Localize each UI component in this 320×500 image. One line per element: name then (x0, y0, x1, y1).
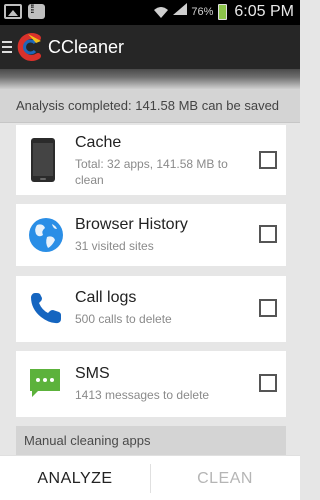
analysis-summary: Analysis completed: 141.58 MB can be sav… (0, 89, 300, 123)
header-shadow (0, 69, 300, 89)
item-title: Browser History (75, 216, 188, 233)
signal-icon (172, 2, 188, 21)
item-title: Call logs (75, 289, 137, 306)
list-item-sms[interactable]: SMS 1413 messages to delete (16, 351, 286, 417)
bottom-action-bar: ANALYZE CLEAN (0, 455, 300, 500)
message-bubble-icon (28, 367, 62, 404)
analyze-button[interactable]: ANALYZE (0, 456, 150, 500)
globe-icon (28, 217, 64, 258)
sms-checkbox[interactable] (259, 374, 277, 392)
wifi-icon (153, 5, 169, 19)
status-bar: 76% 6:05 PM (0, 0, 300, 25)
item-subtitle: Total: 32 apps, 141.58 MB to clean (75, 157, 228, 187)
bbm-icon (28, 2, 45, 19)
battery-icon (218, 3, 228, 20)
item-subtitle: 500 calls to delete (75, 312, 172, 326)
list-item-cache[interactable]: Cache Total: 32 apps, 141.58 MB to clean (16, 125, 286, 195)
gallery-icon (4, 4, 22, 19)
item-title: Cache (75, 134, 122, 151)
item-subtitle: 1413 messages to delete (75, 388, 210, 402)
call-logs-checkbox[interactable] (259, 299, 277, 317)
phone-handset-icon (28, 290, 64, 331)
ccleaner-logo-icon[interactable] (14, 32, 44, 62)
list-item-call-logs[interactable]: Call logs 500 calls to delete (16, 276, 286, 342)
phone-device-icon (28, 137, 60, 190)
item-subtitle: 31 visited sites (75, 239, 154, 253)
battery-percent: 76% (191, 5, 214, 18)
hamburger-menu-icon[interactable] (2, 41, 12, 53)
cache-checkbox[interactable] (259, 151, 277, 169)
item-title: SMS (75, 365, 110, 382)
manual-cleaning-header[interactable]: Manual cleaning apps (16, 426, 286, 455)
clock-time: 6:05 PM (234, 2, 294, 20)
list-item-browser-history[interactable]: Browser History 31 visited sites (16, 204, 286, 266)
app-title: CCleaner (48, 36, 125, 57)
action-bar: CCleaner (0, 25, 300, 69)
clean-button[interactable]: CLEAN (150, 456, 300, 500)
browser-history-checkbox[interactable] (259, 225, 277, 243)
